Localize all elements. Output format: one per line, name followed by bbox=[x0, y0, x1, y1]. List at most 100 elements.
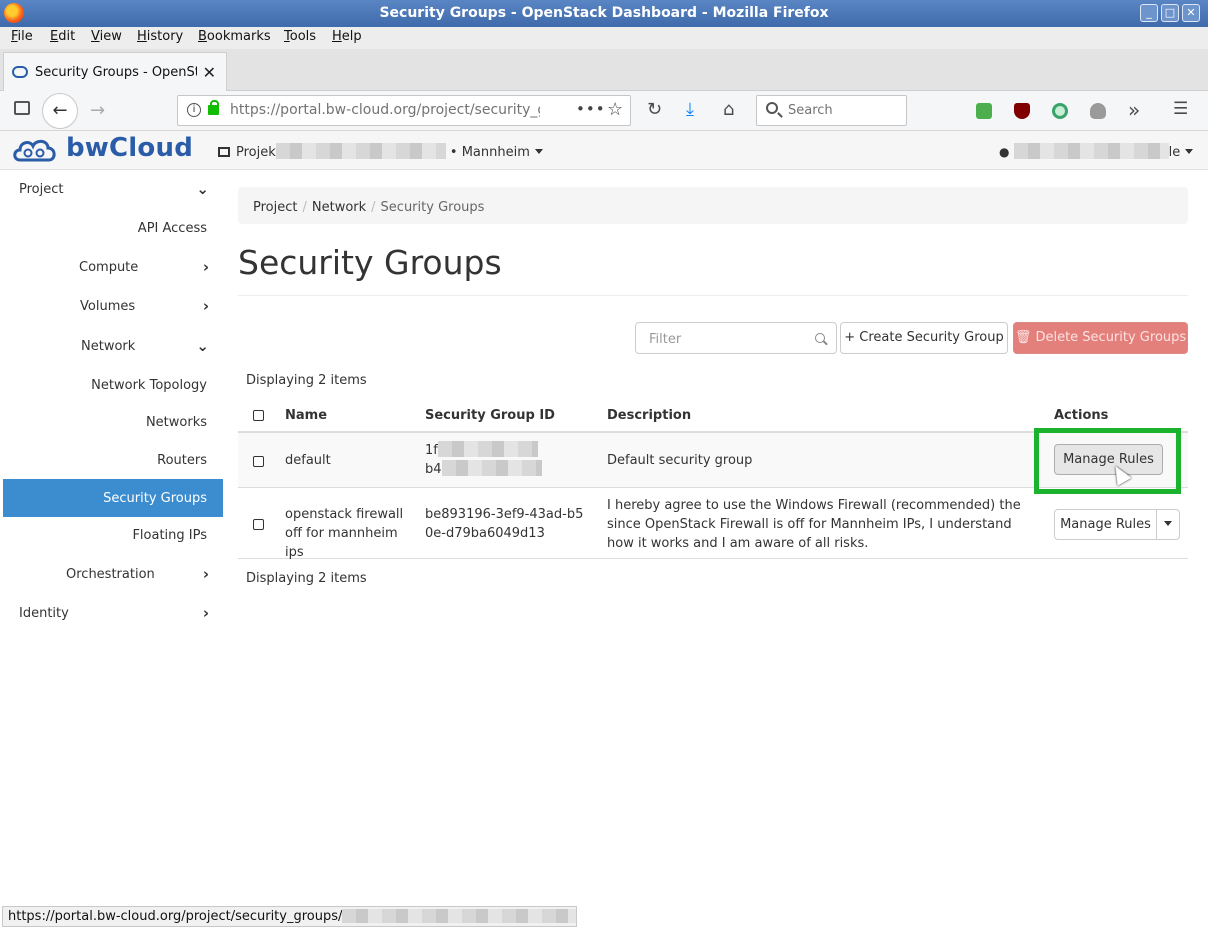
search-input[interactable]: Search bbox=[756, 95, 907, 126]
row-description: I hereby agree to use the Windows Firewa… bbox=[607, 498, 1021, 551]
project-region: • Mannheim bbox=[449, 145, 530, 160]
lock-icon[interactable] bbox=[208, 100, 219, 115]
extension-circle-icon[interactable] bbox=[1052, 103, 1068, 119]
ublock-icon[interactable] bbox=[1014, 103, 1030, 119]
sidebar-item-networks[interactable]: Networks bbox=[3, 403, 223, 441]
sidebar-item-label: Identity bbox=[19, 606, 69, 621]
column-header-description[interactable]: Description bbox=[607, 408, 691, 423]
chevron-right-icon: › bbox=[202, 565, 209, 583]
hamburger-menu-icon[interactable]: ☰ bbox=[1173, 99, 1188, 119]
tab-strip: Security Groups - OpenSta ✕ bbox=[0, 49, 1208, 92]
chevron-down-icon bbox=[1164, 521, 1172, 526]
sidebar-item-identity[interactable]: Identity › bbox=[3, 594, 223, 632]
breadcrumb-separator: / bbox=[302, 200, 307, 215]
search-icon bbox=[815, 333, 825, 343]
user-menu[interactable]: ● le bbox=[999, 143, 1194, 160]
sidebar-item-label: Network Topology bbox=[91, 378, 207, 393]
url-text[interactable]: https://portal.bw-cloud.org/project/secu… bbox=[230, 102, 540, 118]
redacted-id bbox=[437, 441, 538, 457]
menu-bookmarks[interactable]: Bookmarks bbox=[198, 29, 271, 44]
url-bar[interactable]: i https://portal.bw-cloud.org/project/se… bbox=[177, 95, 631, 126]
window-title: Security Groups - OpenStack Dashboard - … bbox=[379, 5, 829, 21]
menu-edit[interactable]: Edit bbox=[50, 29, 75, 44]
sidebar-item-orchestration[interactable]: Orchestration › bbox=[3, 555, 223, 593]
brand-name[interactable]: bwCloud bbox=[66, 133, 193, 163]
row-checkbox[interactable] bbox=[253, 519, 264, 530]
bookmark-star-icon[interactable]: ☆ bbox=[607, 99, 623, 120]
sidebar-item-label: Compute bbox=[79, 260, 139, 275]
extension-green-icon[interactable] bbox=[976, 103, 992, 119]
extension-bug-icon[interactable] bbox=[1090, 103, 1106, 119]
overflow-icon[interactable]: » bbox=[1128, 98, 1140, 122]
tab-close-icon[interactable]: ✕ bbox=[203, 63, 216, 82]
breadcrumb-separator: / bbox=[371, 200, 376, 215]
maximize-button[interactable]: □ bbox=[1161, 4, 1179, 22]
sidebar-item-volumes[interactable]: Volumes › bbox=[3, 287, 223, 325]
sidebar-item-label: API Access bbox=[137, 221, 207, 236]
row-description: Default security group bbox=[607, 453, 753, 468]
sidebar-item-label: Routers bbox=[157, 453, 207, 468]
menu-file[interactable]: File bbox=[11, 29, 33, 44]
title-divider bbox=[238, 295, 1188, 296]
breadcrumb-network[interactable]: Network bbox=[312, 200, 366, 215]
sidebar-item-security-groups[interactable]: Security Groups bbox=[3, 479, 223, 517]
column-header-actions: Actions bbox=[1054, 408, 1109, 423]
page-title: Security Groups bbox=[238, 243, 502, 282]
project-prefix: Projek bbox=[236, 145, 276, 160]
sidebar-item-compute[interactable]: Compute › bbox=[3, 248, 223, 286]
actions-dropdown-toggle[interactable] bbox=[1156, 509, 1180, 540]
close-window-button[interactable]: ✕ bbox=[1182, 4, 1200, 22]
download-icon[interactable]: ⤓ bbox=[686, 99, 694, 120]
home-icon[interactable]: ⌂ bbox=[723, 99, 734, 120]
row-name[interactable]: openstack firewall off for mannheim ips bbox=[285, 505, 415, 562]
forward-button[interactable]: → bbox=[90, 100, 105, 121]
sidebar-item-network[interactable]: Network ⌄ bbox=[3, 327, 223, 365]
menu-tools[interactable]: Tools bbox=[284, 29, 316, 44]
sidebar-item-api-access[interactable]: API Access bbox=[3, 209, 223, 247]
cloud-favicon-icon bbox=[12, 66, 28, 78]
redacted-project-name bbox=[275, 143, 446, 159]
bwcloud-logo-icon[interactable] bbox=[12, 136, 58, 164]
page-actions-icon[interactable]: ••• bbox=[576, 100, 606, 118]
link-status-bar: https://portal.bw-cloud.org/project/secu… bbox=[2, 906, 577, 927]
column-header-name[interactable]: Name bbox=[285, 408, 327, 423]
chevron-down-icon bbox=[534, 149, 543, 154]
chevron-right-icon: › bbox=[202, 258, 209, 276]
sidebar-item-project[interactable]: Project ⌄ bbox=[3, 170, 223, 208]
sidebar-toggle-icon[interactable] bbox=[14, 101, 30, 115]
filter-input[interactable]: Filter bbox=[635, 322, 837, 354]
sidebar-item-label: Security Groups bbox=[103, 491, 207, 506]
select-all-checkbox[interactable] bbox=[253, 410, 264, 421]
redacted-id bbox=[441, 460, 542, 476]
column-header-id[interactable]: Security Group ID bbox=[425, 408, 555, 423]
sidebar-item-label: Network bbox=[81, 339, 136, 354]
row-checkbox[interactable] bbox=[253, 456, 264, 467]
reload-icon[interactable]: ↻ bbox=[647, 99, 662, 120]
menu-bar: File Edit View History Bookmarks Tools H… bbox=[0, 27, 1208, 49]
minimize-button[interactable]: _ bbox=[1140, 4, 1158, 22]
sidebar-item-floating-ips[interactable]: Floating IPs bbox=[3, 516, 223, 554]
back-button[interactable]: ← bbox=[42, 93, 78, 129]
chevron-down-icon: ⌄ bbox=[196, 337, 209, 355]
menu-help[interactable]: Help bbox=[332, 29, 362, 44]
chevron-down-icon: ⌄ bbox=[196, 180, 209, 198]
item-count-bottom: Displaying 2 items bbox=[246, 571, 367, 586]
row-name[interactable]: default bbox=[285, 451, 331, 470]
manage-rules-button[interactable]: Manage Rules bbox=[1054, 509, 1157, 540]
delete-security-groups-button[interactable]: 🗑 Delete Security Groups bbox=[1013, 322, 1188, 354]
sidebar-item-routers[interactable]: Routers bbox=[3, 441, 223, 479]
user-suffix: le bbox=[1168, 145, 1181, 160]
breadcrumb-project[interactable]: Project bbox=[253, 200, 297, 215]
sidebar-item-network-topology[interactable]: Network Topology bbox=[3, 366, 223, 404]
tab-security-groups[interactable]: Security Groups - OpenSta ✕ bbox=[3, 52, 227, 92]
filter-placeholder: Filter bbox=[649, 332, 682, 347]
sidebar: Project ⌄ API Access Compute › Volumes ›… bbox=[3, 170, 223, 905]
menu-history[interactable]: History bbox=[137, 29, 183, 44]
user-icon: ● bbox=[999, 145, 1010, 159]
create-security-group-button[interactable]: + Create Security Group bbox=[840, 322, 1008, 354]
row-id: 1f b4 bbox=[425, 441, 542, 479]
project-selector[interactable]: Projek • Mannheim bbox=[218, 143, 543, 160]
row-id-line2: b4 bbox=[425, 462, 442, 477]
menu-view[interactable]: View bbox=[91, 29, 122, 44]
info-icon[interactable]: i bbox=[187, 103, 201, 117]
